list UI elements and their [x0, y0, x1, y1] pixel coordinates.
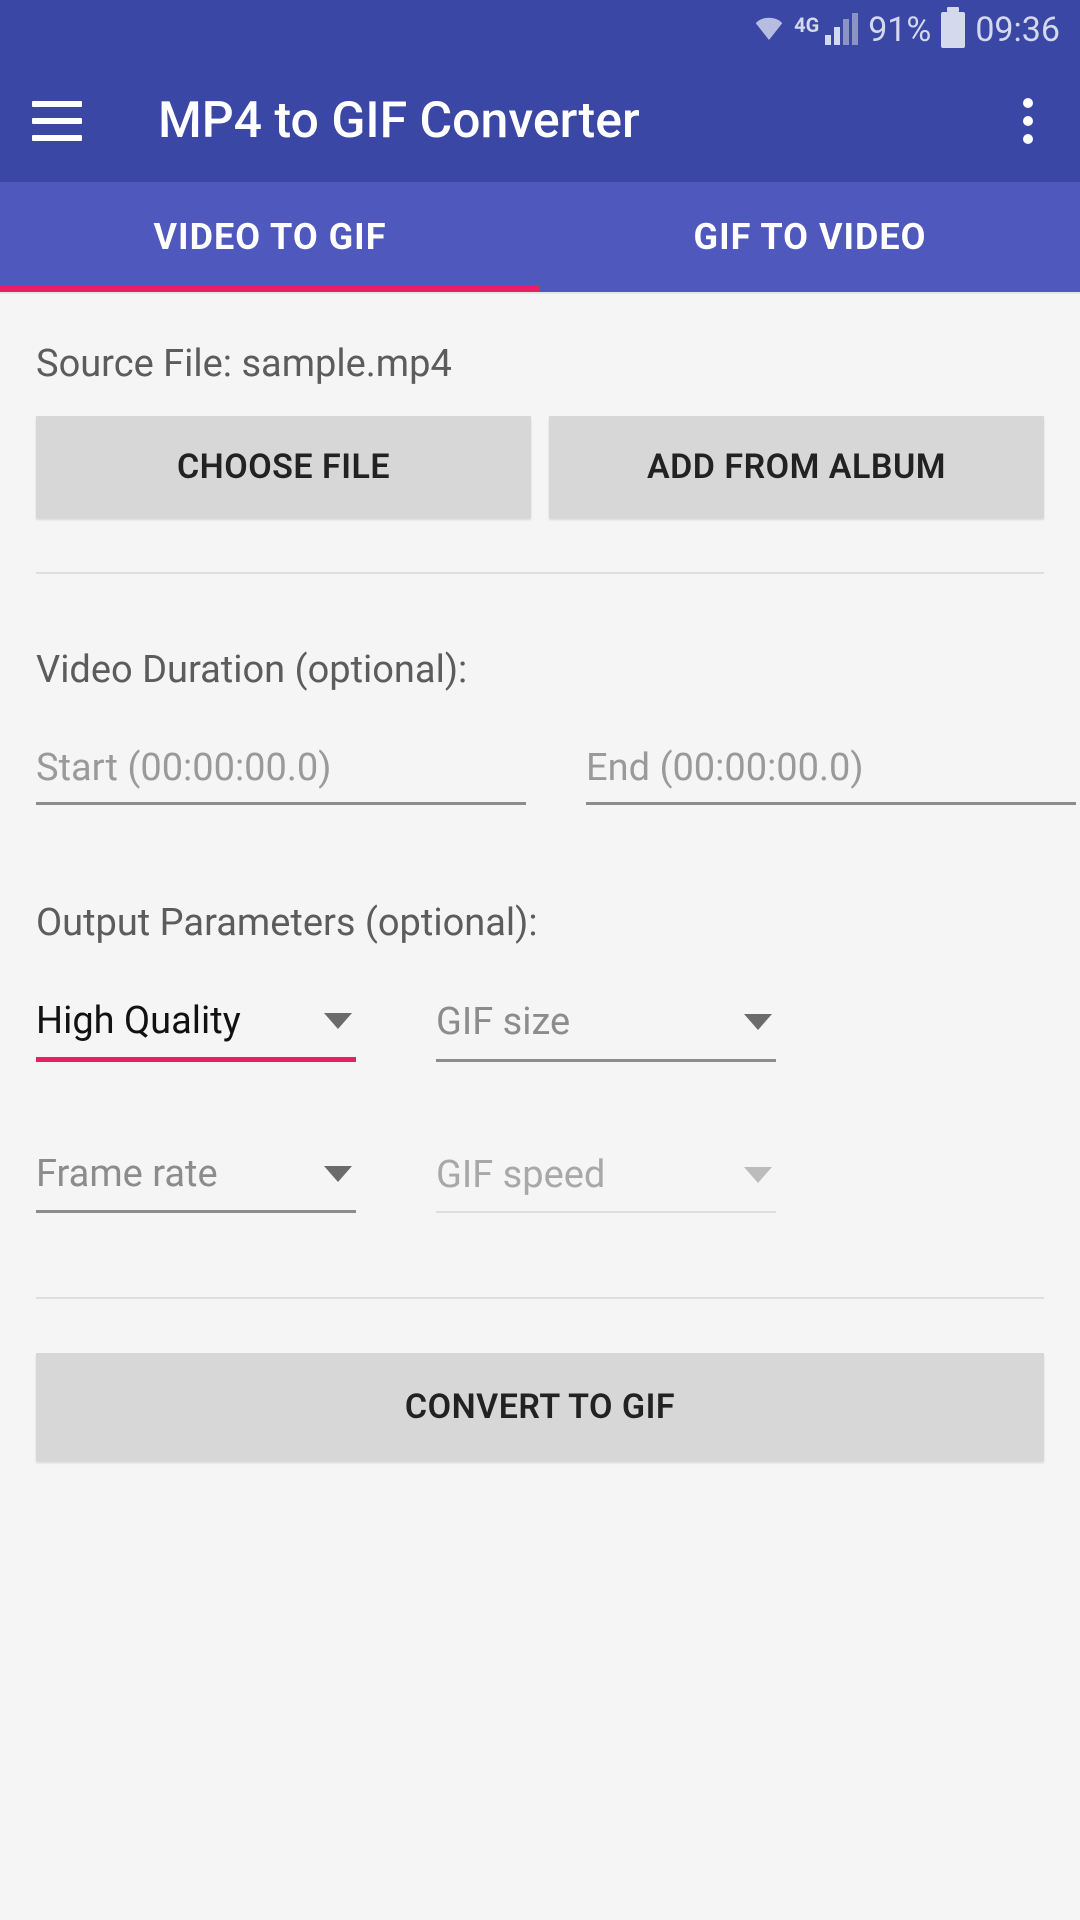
menu-icon[interactable]: [32, 101, 82, 141]
tab-gif-to-video[interactable]: GIF TO VIDEO: [540, 182, 1080, 292]
tab-video-to-gif[interactable]: VIDEO TO GIF: [0, 182, 540, 292]
overflow-menu-icon[interactable]: [1008, 98, 1048, 144]
duration-label: Video Duration (optional):: [36, 574, 1044, 740]
status-bar: 4G 91% 09:36: [0, 0, 1080, 60]
source-file-label: Source File: sample.mp4: [36, 294, 1044, 416]
divider: [36, 1297, 1044, 1299]
battery-percent: 91%: [868, 10, 931, 50]
start-time-input[interactable]: [36, 740, 526, 805]
gif-size-dropdown-placeholder: GIF size: [436, 1000, 570, 1044]
app-title: MP4 to GIF Converter: [158, 92, 932, 150]
wifi-icon: [754, 14, 784, 47]
quality-dropdown-value: High Quality: [36, 999, 241, 1043]
end-time-input[interactable]: [586, 740, 1076, 805]
add-from-album-button[interactable]: ADD FROM ALBUM: [549, 416, 1044, 518]
signal-icon: [825, 15, 858, 45]
convert-button[interactable]: CONVERT TO GIF: [36, 1353, 1044, 1461]
gif-speed-dropdown-placeholder: GIF speed: [436, 1153, 605, 1197]
chevron-down-icon: [324, 1013, 352, 1029]
chevron-down-icon: [324, 1166, 352, 1182]
battery-icon: [941, 12, 965, 48]
clock: 09:36: [975, 10, 1060, 50]
network-type-label: 4G: [794, 13, 819, 37]
frame-rate-dropdown-placeholder: Frame rate: [36, 1152, 218, 1196]
quality-dropdown[interactable]: High Quality: [36, 993, 356, 1062]
frame-rate-dropdown[interactable]: Frame rate: [36, 1146, 356, 1213]
output-params-label: Output Parameters (optional):: [36, 805, 1044, 993]
tab-bar: VIDEO TO GIF GIF TO VIDEO: [0, 182, 1080, 292]
gif-size-dropdown[interactable]: GIF size: [436, 993, 776, 1062]
chevron-down-icon: [744, 1014, 772, 1030]
app-bar: MP4 to GIF Converter: [0, 60, 1080, 182]
main-content: Source File: sample.mp4 CHOOSE FILE ADD …: [0, 294, 1080, 1920]
chevron-down-icon: [744, 1167, 772, 1183]
choose-file-button[interactable]: CHOOSE FILE: [36, 416, 531, 518]
gif-speed-dropdown[interactable]: GIF speed: [436, 1146, 776, 1213]
